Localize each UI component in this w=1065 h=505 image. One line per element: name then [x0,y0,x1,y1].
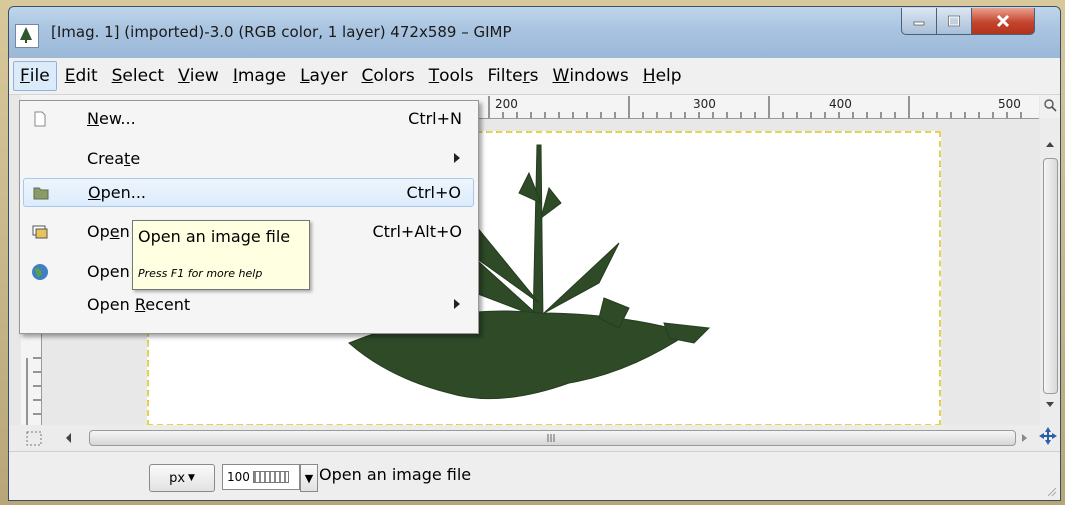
menu-bar: File Edit Select View Image Layer Colors Tools F… [9,58,1060,95]
submenu-arrow-icon [454,153,460,163]
new-document-icon [31,110,49,128]
gimp-app-icon[interactable] [15,24,39,48]
menu-select[interactable]: Select [106,62,170,90]
zoom-dropdown-button[interactable]: ▼ [300,464,318,492]
file-menu-dropdown: New...Ctrl+NCreateOpen...Ctrl+OOpen as L… [19,100,479,334]
menu-colors[interactable]: Colors [355,62,420,90]
scroll-up-arrow-icon[interactable] [1040,138,1060,152]
file-menu-item-open-recent[interactable]: Open Recent [23,291,474,320]
folder-open-icon [32,184,50,202]
status-bar: px ▼ 100 ▼ Open an image file [9,451,1060,500]
tooltip-help: Press F1 for more help [138,267,263,280]
horizontal-scroll-row [9,425,1060,451]
chevron-down-icon: ▼ [188,473,195,483]
file-menu-label: Create [87,149,141,168]
title-bar[interactable]: [Imag. 1] (imported)-3.0 (RGB color, 1 l… [9,7,1060,57]
file-menu-label: Open... [88,183,146,202]
menu-view[interactable]: View [172,62,225,90]
unit-value: px [169,470,186,486]
scroll-right-arrow-icon[interactable] [1017,427,1033,451]
tooltip: Open an image file Press F1 for more hel… [132,220,310,290]
scroll-down-arrow-icon[interactable] [1040,398,1060,412]
submenu-arrow-icon [454,299,460,309]
tooltip-title: Open an image file [138,227,291,246]
maximize-icon [948,15,960,27]
resize-grip-icon[interactable] [1044,484,1058,498]
globe-icon [31,263,49,281]
minimize-button[interactable] [901,8,937,35]
file-menu-label: Open Recent [87,295,191,314]
menu-windows[interactable]: Windows [547,62,635,90]
menu-file[interactable]: File [13,61,57,91]
menu-layer[interactable]: Layer [294,62,353,90]
chevron-down-icon: ▼ [304,471,314,485]
zoom-spinner-icon [252,471,289,483]
shortcut-label: Ctrl+Alt+O [372,222,462,241]
file-menu-label: New... [87,109,136,128]
zoom-value: 100 [227,470,250,484]
shortcut-label: Ctrl+O [406,183,461,202]
ruler-label-400: 400 [829,97,852,111]
grip-icon [547,434,555,442]
minimize-icon [913,21,925,26]
scroll-left-arrow-icon[interactable] [61,427,77,451]
close-icon [996,14,1010,28]
menu-image[interactable]: Image [227,62,292,90]
file-menu-item-open[interactable]: Open... Ctrl+O [23,178,474,207]
window-title: [Imag. 1] (imported)-3.0 (RGB color, 1 l… [51,23,512,41]
ruler-label-200: 200 [495,97,518,111]
zoom-input[interactable]: 100 [222,464,300,490]
menu-filters[interactable]: Filte r s [482,62,545,90]
status-message: Open an image file [319,465,472,484]
menu-edit[interactable]: Edit [59,62,104,90]
magnifier-icon [1044,99,1057,112]
vertical-scroll-thumb[interactable] [1043,158,1058,394]
shortcut-label: Ctrl+N [408,109,462,128]
open-layers-icon [31,223,49,241]
vertical-scrollbar[interactable] [1040,118,1060,440]
close-button[interactable] [971,8,1035,35]
menu-help[interactable]: Help [637,62,688,90]
file-menu-item-new[interactable]: New... Ctrl+N [23,105,474,134]
maximize-button[interactable] [936,8,972,35]
ruler-label-500: 500 [998,97,1021,111]
ruler-label-300: 300 [693,97,716,111]
menu-tools[interactable]: Tools [423,62,480,90]
file-menu-item-create[interactable]: Create [23,145,474,174]
navigate-icon[interactable] [1037,425,1059,449]
zoom-image-button[interactable] [1040,95,1060,118]
gimp-window: [Imag. 1] (imported)-3.0 (RGB color, 1 l… [8,6,1061,501]
unit-select[interactable]: px ▼ [149,464,215,492]
horizontal-scroll-thumb[interactable] [89,430,1016,446]
quick-mask-icon[interactable] [23,427,47,451]
